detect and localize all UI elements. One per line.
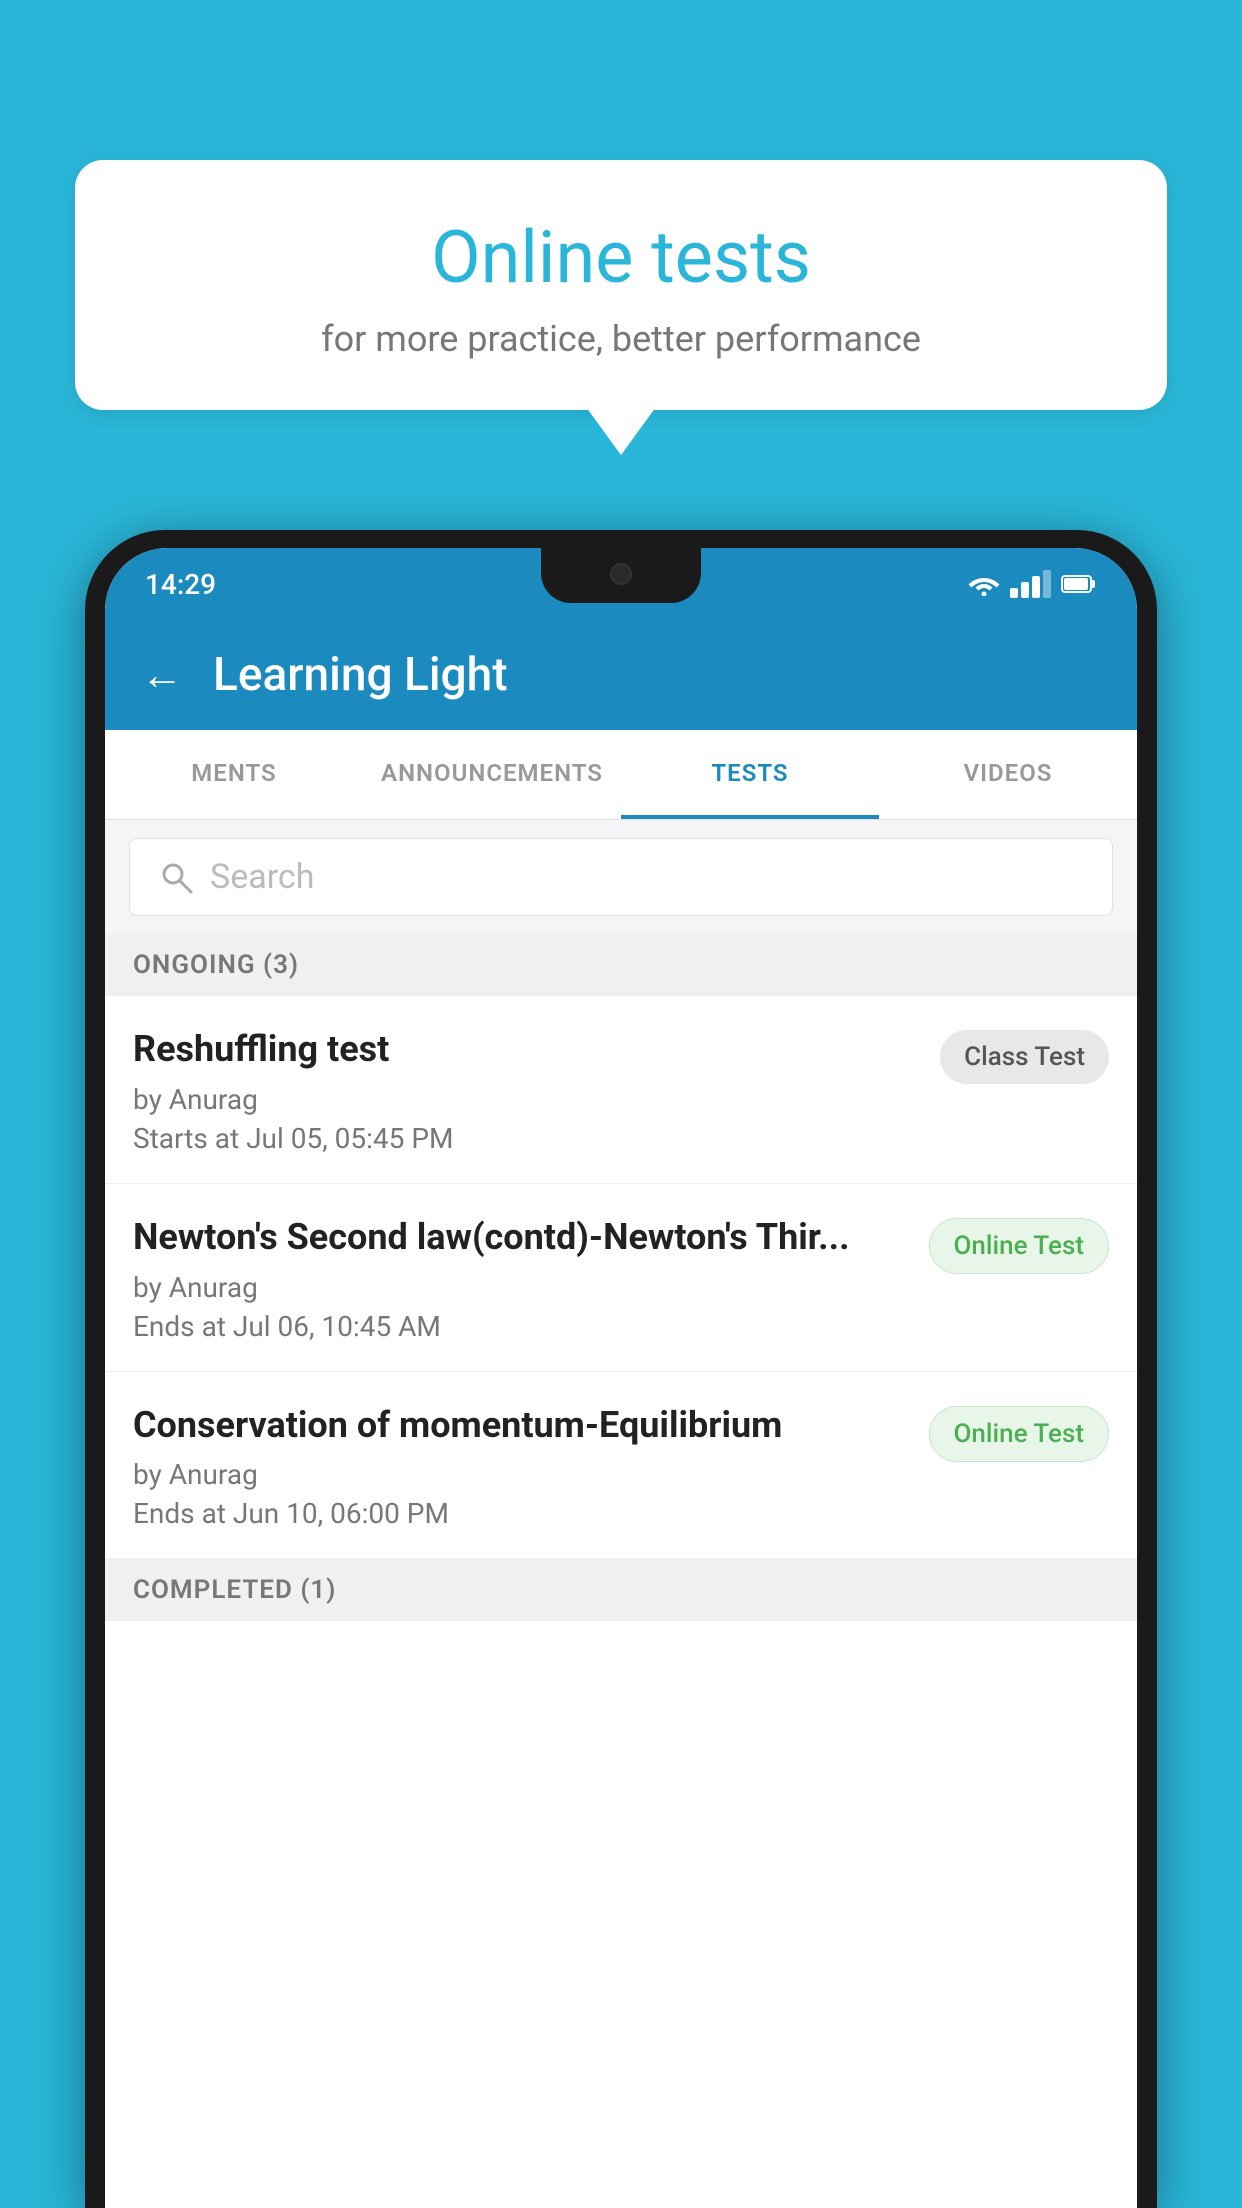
phone-screen: 14:29 xyxy=(105,548,1137,2208)
test-list: Reshuffling test by Anurag Starts at Jul… xyxy=(105,996,1137,2208)
test-badge: Online Test xyxy=(929,1406,1110,1462)
app-bar: ← Learning Light xyxy=(105,620,1137,730)
back-button[interactable]: ← xyxy=(141,651,183,700)
tab-tests[interactable]: TESTS xyxy=(621,730,879,819)
test-date: Starts at Jul 05, 05:45 PM xyxy=(133,1122,920,1155)
app-bar-title: Learning Light xyxy=(213,648,508,702)
phone-frame: 14:29 xyxy=(85,530,1157,2208)
front-camera xyxy=(610,563,632,585)
tab-bar: MENTS ANNOUNCEMENTS TESTS VIDEOS xyxy=(105,730,1137,820)
test-by: by Anurag xyxy=(133,1458,909,1491)
test-info: Conservation of momentum-Equilibrium by … xyxy=(133,1402,929,1531)
test-name: Newton's Second law(contd)-Newton's Thir… xyxy=(133,1214,909,1261)
tab-ments[interactable]: MENTS xyxy=(105,730,363,819)
tab-videos[interactable]: VIDEOS xyxy=(879,730,1137,819)
test-item[interactable]: Newton's Second law(contd)-Newton's Thir… xyxy=(105,1184,1137,1372)
test-by: by Anurag xyxy=(133,1271,909,1304)
ongoing-section-header: ONGOING (3) xyxy=(105,934,1137,996)
battery-icon xyxy=(1061,573,1097,595)
test-name: Reshuffling test xyxy=(133,1026,920,1073)
test-date: Ends at Jun 10, 06:00 PM xyxy=(133,1497,909,1530)
promo-bubble: Online tests for more practice, better p… xyxy=(75,160,1167,410)
test-info: Newton's Second law(contd)-Newton's Thir… xyxy=(133,1214,929,1343)
bubble-subtitle: for more practice, better performance xyxy=(135,318,1107,360)
phone-notch xyxy=(541,548,701,603)
bubble-title: Online tests xyxy=(135,215,1107,300)
search-container: Search xyxy=(105,820,1137,934)
signal-icon xyxy=(1010,570,1051,598)
completed-section-header: COMPLETED (1) xyxy=(105,1559,1137,1621)
test-name: Conservation of momentum-Equilibrium xyxy=(133,1402,909,1449)
test-badge: Online Test xyxy=(929,1218,1110,1274)
search-placeholder: Search xyxy=(210,857,314,897)
tab-announcements[interactable]: ANNOUNCEMENTS xyxy=(363,730,621,819)
test-badge: Class Test xyxy=(940,1030,1109,1084)
test-date: Ends at Jul 06, 10:45 AM xyxy=(133,1310,909,1343)
wifi-icon xyxy=(968,572,1000,596)
search-bar[interactable]: Search xyxy=(129,838,1113,916)
test-item[interactable]: Conservation of momentum-Equilibrium by … xyxy=(105,1372,1137,1560)
status-icons xyxy=(968,570,1097,598)
search-icon xyxy=(158,859,194,895)
test-by: by Anurag xyxy=(133,1083,920,1116)
status-time: 14:29 xyxy=(145,568,216,601)
test-info: Reshuffling test by Anurag Starts at Jul… xyxy=(133,1026,940,1155)
test-item[interactable]: Reshuffling test by Anurag Starts at Jul… xyxy=(105,996,1137,1184)
